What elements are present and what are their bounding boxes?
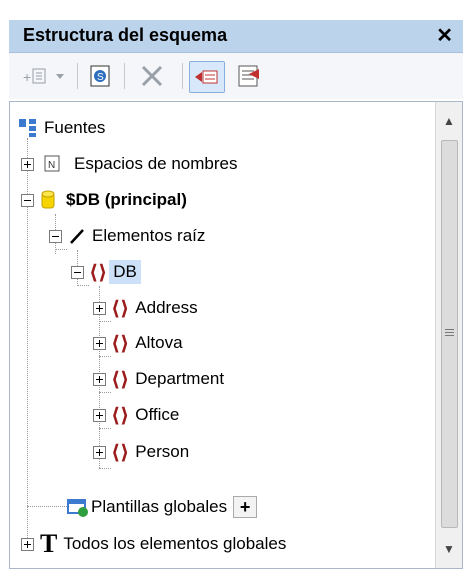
toolbar-separator — [124, 63, 125, 89]
global-templates-toggle[interactable] — [189, 61, 225, 93]
add-element-dropdown[interactable]: + — [21, 61, 71, 91]
schema-tree-panel: Estructura del esquema ✕ + S Fuentes N E… — [0, 0, 463, 569]
tree-node-sources[interactable]: Fuentes — [18, 112, 105, 144]
tree-node-child[interactable]: ⟨⟩ Address — [93, 292, 198, 324]
tree-node-db-main[interactable]: $DB (principal) — [21, 184, 187, 216]
toolbar-separator — [77, 63, 78, 89]
database-icon — [41, 190, 55, 209]
tree-label: Espacios de nombres — [74, 154, 238, 173]
schema-info-icon: S — [90, 65, 110, 87]
collapse-icon[interactable] — [49, 229, 62, 243]
element-icon: ⟨⟩ — [111, 440, 130, 464]
tree-node-child[interactable]: ⟨⟩ Person — [93, 436, 189, 468]
collapse-icon[interactable] — [21, 193, 34, 207]
schema-info-button[interactable]: S — [85, 61, 115, 91]
add-element-icon: + — [23, 68, 64, 85]
expand-icon[interactable] — [93, 372, 106, 386]
expand-icon[interactable] — [93, 336, 106, 350]
tree-node-db[interactable]: ⟨⟩ DB — [71, 256, 141, 288]
tree-node-global-templates[interactable]: Plantillas globales + — [67, 491, 258, 523]
schema-tree: Fuentes N Espacios de nombres $DB (princ… — [9, 101, 463, 569]
tree-label: Department — [135, 369, 225, 388]
element-icon: ⟨⟩ — [89, 260, 108, 284]
tree-label: $DB (principal) — [66, 190, 187, 209]
add-global-template-button[interactable]: + — [233, 496, 258, 518]
tree-label: Fuentes — [44, 118, 106, 137]
list-select-button[interactable] — [233, 61, 265, 91]
tree-node-child[interactable]: ⟨⟩ Altova — [93, 327, 183, 359]
list-select-icon — [238, 65, 259, 87]
scroll-up-icon[interactable]: ▲ — [443, 114, 455, 128]
tree-connector — [99, 468, 111, 469]
expand-icon[interactable] — [93, 445, 106, 459]
expand-icon[interactable] — [93, 408, 106, 422]
close-icon[interactable]: ✕ — [436, 23, 453, 48]
expand-icon[interactable] — [21, 537, 34, 551]
tree-label: Office — [135, 405, 180, 424]
scroll-thumb[interactable] — [441, 140, 458, 528]
vertical-scrollbar[interactable]: ▲ ▼ — [435, 102, 462, 568]
svg-text:N: N — [48, 160, 55, 171]
expand-icon[interactable] — [21, 157, 34, 171]
svg-text:+: + — [23, 69, 31, 85]
toolbar: + S — [9, 53, 463, 99]
global-templates-icon — [67, 499, 88, 517]
tree-label: Person — [135, 442, 190, 461]
tree-node-child[interactable]: ⟨⟩ Office — [93, 399, 179, 431]
scroll-down-icon[interactable]: ▼ — [443, 542, 455, 556]
global-templates-toggle-icon — [195, 70, 218, 84]
svg-text:S: S — [97, 72, 104, 83]
tree-node-namespaces[interactable]: N Espacios de nombres — [21, 148, 237, 180]
toolbar-separator — [182, 63, 183, 89]
panel-titlebar: Estructura del esquema ✕ — [9, 20, 463, 53]
expand-icon[interactable] — [93, 301, 106, 315]
element-icon: ⟨⟩ — [111, 331, 130, 355]
element-icon: ⟨⟩ — [111, 403, 130, 427]
tree-label: Plantillas globales — [91, 497, 228, 516]
grip-icon — [445, 329, 454, 338]
tree-label: Todos los elementos globales — [63, 534, 287, 553]
namespace-icon: N — [44, 155, 60, 172]
delete-button[interactable] — [132, 61, 172, 91]
root-slash-icon — [70, 229, 84, 244]
tree-node-root-elements[interactable]: Elementos raíz — [49, 220, 205, 252]
tree-node-child[interactable]: ⟨⟩ Department — [93, 363, 224, 395]
tree-connector — [27, 506, 67, 507]
tree-label: Altova — [135, 333, 183, 352]
sources-icon — [19, 119, 36, 137]
element-icon: ⟨⟩ — [111, 367, 130, 391]
global-elements-icon: T — [40, 529, 58, 558]
tree-label: Elementos raíz — [92, 226, 206, 245]
tree-label-selected: DB — [109, 260, 141, 284]
panel-title: Estructura del esquema — [23, 25, 228, 45]
tree-node-all-globals[interactable]: T Todos los elementos globales — [21, 528, 286, 560]
delete-icon — [141, 65, 163, 87]
tree-label: Address — [135, 298, 198, 317]
collapse-icon[interactable] — [71, 265, 84, 279]
element-icon: ⟨⟩ — [111, 296, 130, 320]
